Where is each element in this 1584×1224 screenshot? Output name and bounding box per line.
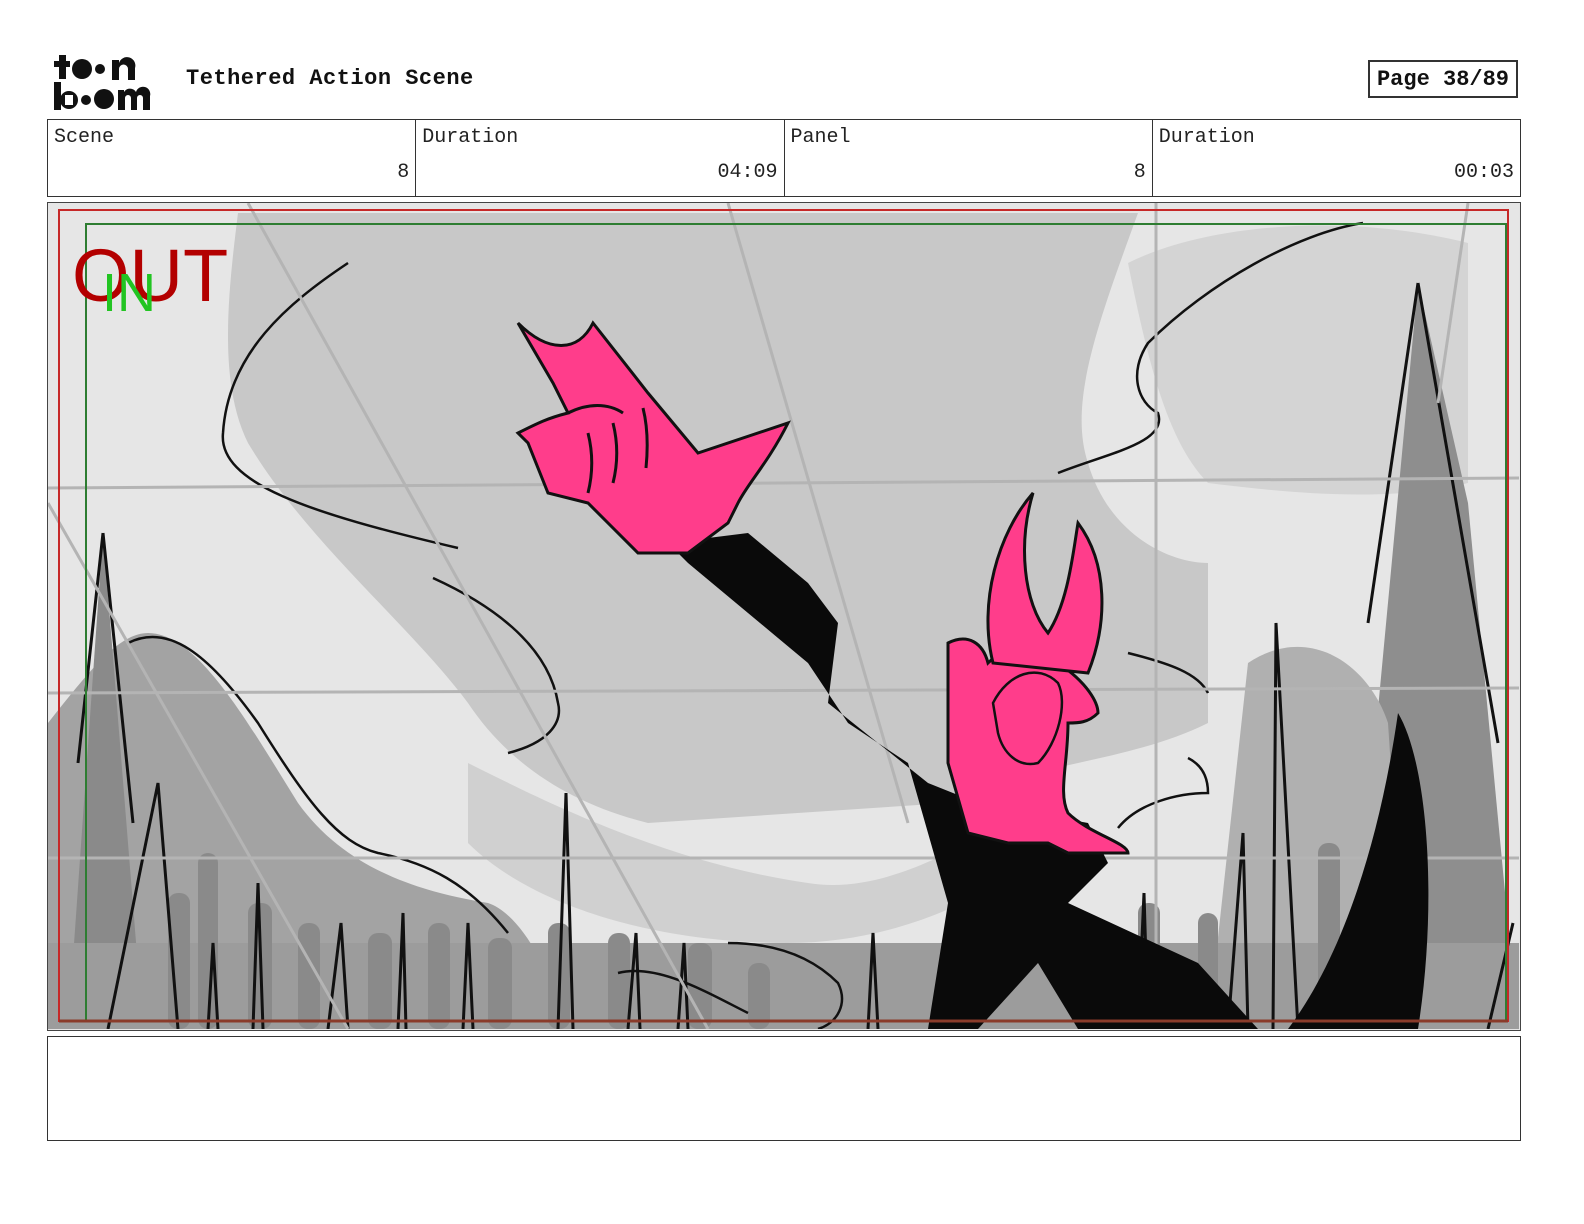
storyboard-panel: OUT IN xyxy=(47,202,1521,1031)
panel-notes xyxy=(47,1036,1521,1141)
scene-duration-cell: Duration 04:09 xyxy=(416,120,785,196)
scene-cell: Scene 8 xyxy=(48,120,417,196)
panel-cell: Panel 8 xyxy=(785,120,1153,196)
panel-value: 8 xyxy=(1133,161,1146,184)
panel-duration-label: Duration xyxy=(1158,126,1255,149)
panel-drawing: OUT IN xyxy=(48,203,1519,1029)
document-title: Tethered Action Scene xyxy=(186,66,474,91)
in-marker: IN xyxy=(102,263,156,323)
toon-boom-logo xyxy=(54,55,151,110)
scene-duration-label: Duration xyxy=(422,126,519,149)
scene-label: Scene xyxy=(54,126,115,149)
scene-value: 8 xyxy=(397,161,410,184)
panel-duration-value: 00:03 xyxy=(1453,161,1514,184)
scene-info-table: Scene 8 Duration 04:09 Panel 8 Duration … xyxy=(47,119,1521,197)
scene-duration-value: 04:09 xyxy=(717,161,778,184)
panel-label: Panel xyxy=(790,126,851,149)
page-indicator: Page 38/89 xyxy=(1368,60,1518,98)
panel-duration-cell: Duration 00:03 xyxy=(1153,120,1520,196)
